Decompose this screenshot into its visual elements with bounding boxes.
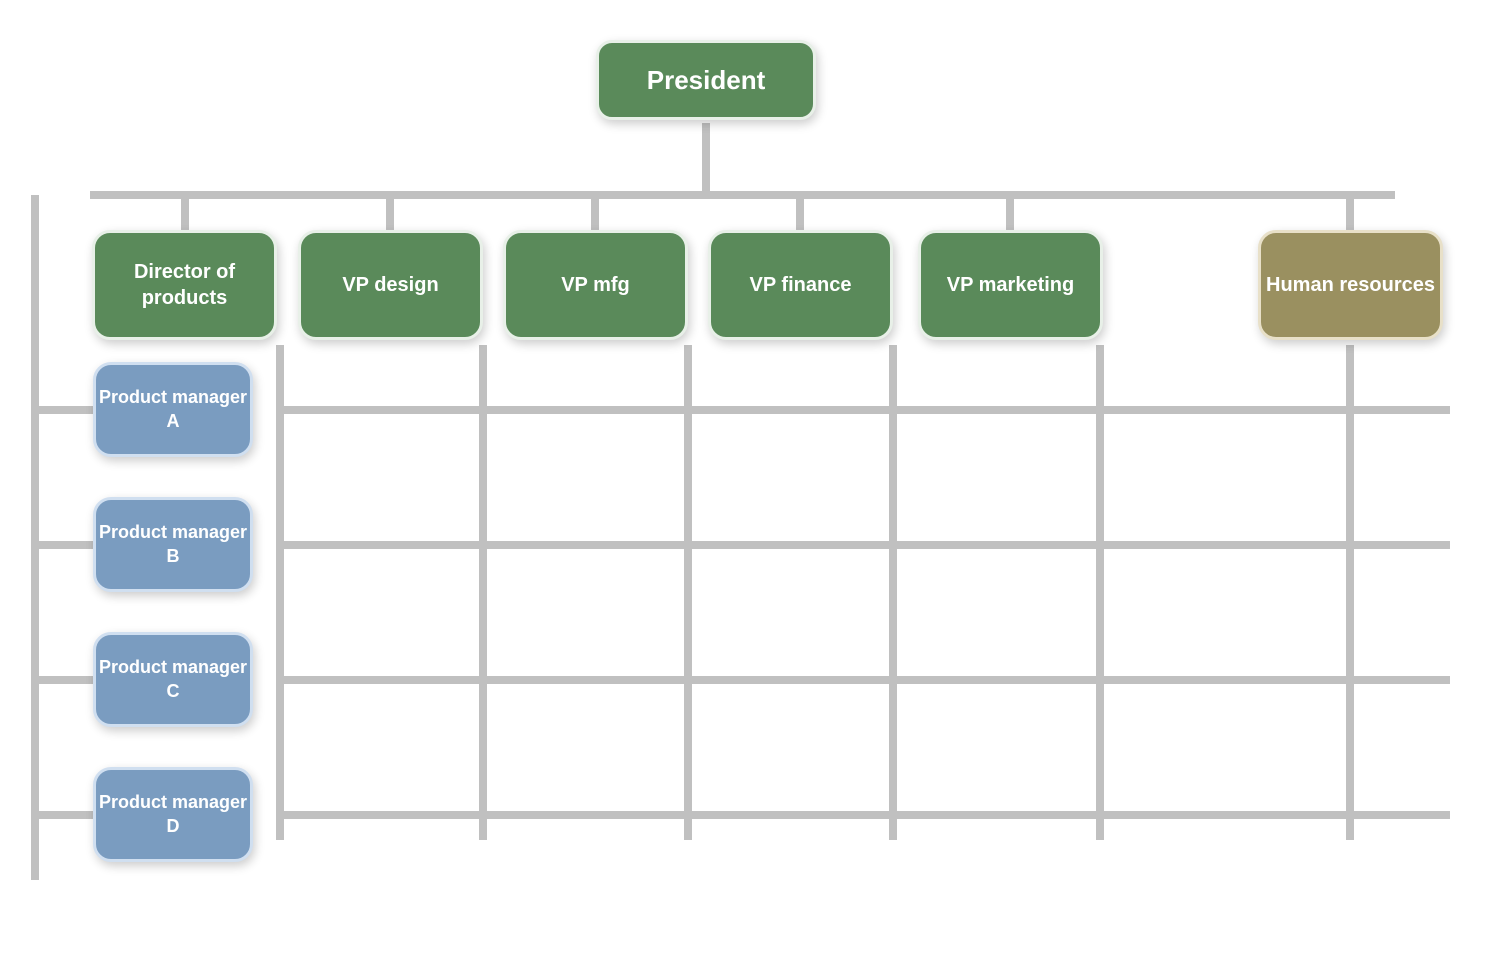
pm-c-node: Product manager C [93,632,253,727]
president-node: President [596,40,816,120]
pm-a-label: Product manager A [96,386,250,433]
president-label: President [647,65,766,96]
hr-node: Human resources [1258,230,1443,340]
director-label: Director of products [95,259,274,311]
vp-design-node: VP design [298,230,483,340]
vp-design-label: VP design [342,272,438,298]
pm-b-label: Product manager B [96,521,250,568]
director-node: Director of products [92,230,277,340]
pm-a-node: Product manager A [93,362,253,457]
pm-d-node: Product manager D [93,767,253,862]
pm-d-label: Product manager D [96,791,250,838]
vp-finance-node: VP finance [708,230,893,340]
hr-label: Human resources [1266,272,1435,298]
org-chart: President Director of products VP design… [0,0,1492,963]
vp-finance-label: VP finance [750,272,852,298]
pm-b-node: Product manager B [93,497,253,592]
vp-mfg-label: VP mfg [561,272,630,298]
vp-marketing-label: VP marketing [947,272,1074,298]
pm-c-label: Product manager C [96,656,250,703]
vp-marketing-node: VP marketing [918,230,1103,340]
vp-mfg-node: VP mfg [503,230,688,340]
